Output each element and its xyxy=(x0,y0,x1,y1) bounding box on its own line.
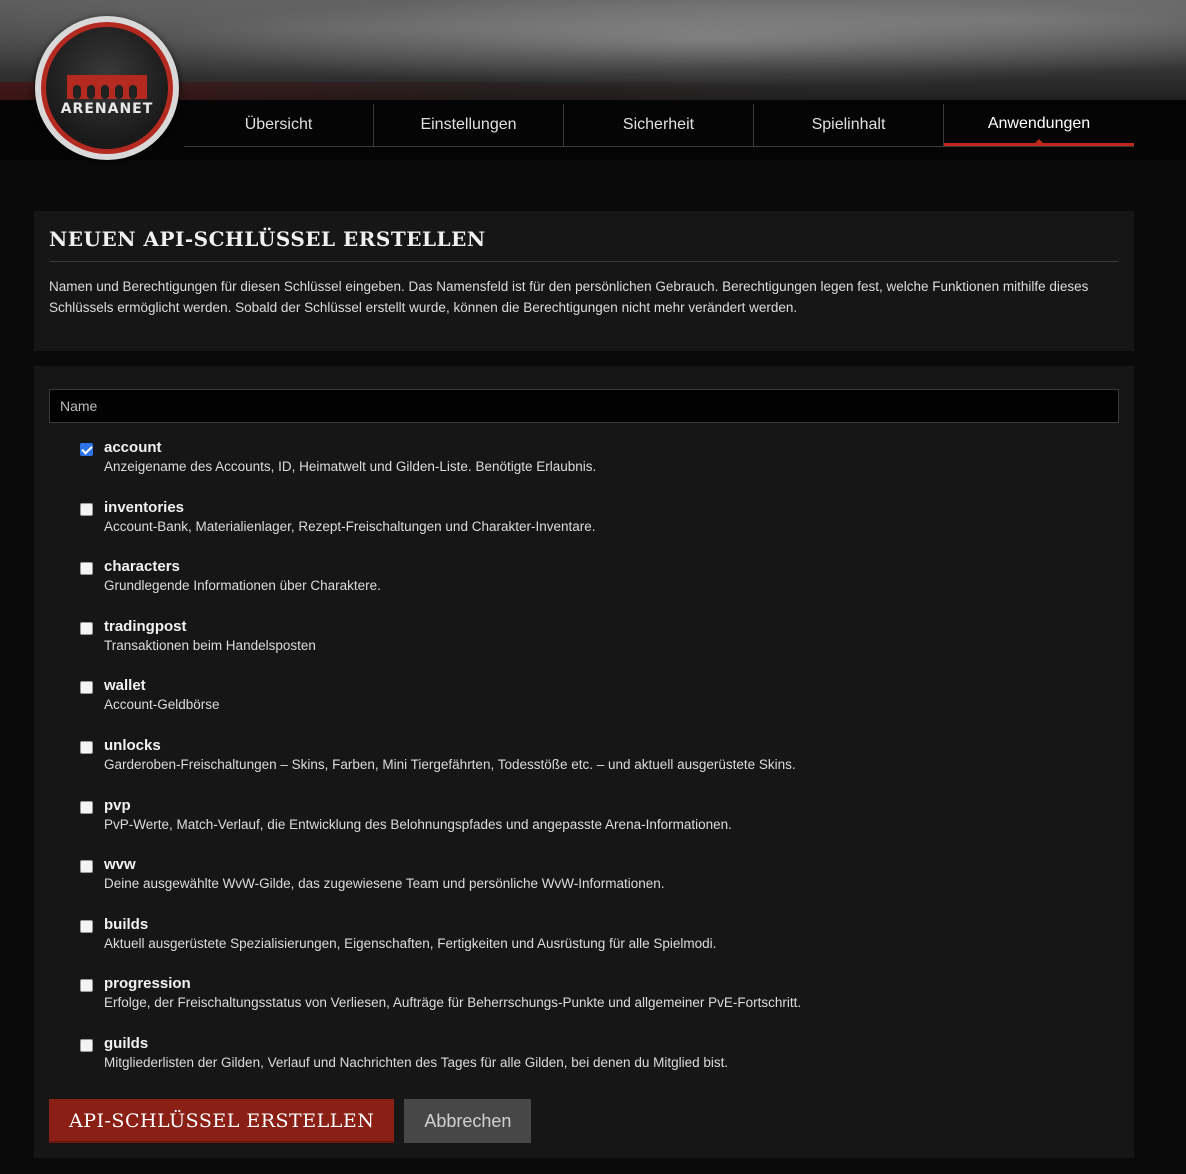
permission-characters: characters Grundlegende Informationen üb… xyxy=(49,557,1119,617)
create-key-button[interactable]: API-SCHLÜSSEL ERSTELLEN xyxy=(49,1099,395,1143)
permission-progression: progression Erfolge, der Freischaltungss… xyxy=(49,974,1119,1034)
permission-guilds: guilds Mitgliederlisten der Gilden, Verl… xyxy=(49,1034,1119,1094)
permission-builds: builds Aktuell ausgerüstete Spezialisier… xyxy=(49,915,1119,975)
unlocks-checkbox[interactable] xyxy=(80,740,93,754)
permission-name: progression xyxy=(104,975,191,993)
permission-description: Aktuell ausgerüstete Spezialisierungen, … xyxy=(104,935,717,951)
permission-wallet: wallet Account-Geldbörse xyxy=(49,676,1119,736)
permission-description: Garderoben-Freischaltungen – Skins, Farb… xyxy=(104,756,796,772)
permission-name: inventories xyxy=(104,498,185,516)
permission-name: characters xyxy=(104,558,180,576)
logo-text: ARENANET xyxy=(60,101,154,117)
form-actions: API-SCHLÜSSEL ERSTELLEN Abbrechen xyxy=(49,1099,532,1143)
builds-checkbox[interactable] xyxy=(80,919,93,933)
wvw-checkbox[interactable] xyxy=(80,860,93,874)
tab-anwendungen[interactable]: Anwendungen xyxy=(944,104,1134,146)
permission-unlocks: unlocks Garderoben-Freischaltungen – Ski… xyxy=(49,736,1119,796)
permission-description: Deine ausgewählte WvW-Gilde, das zugewie… xyxy=(104,876,665,892)
create-key-form: account Anzeigename des Accounts, ID, He… xyxy=(34,366,1134,1158)
permission-name: pvp xyxy=(104,796,131,814)
guilds-checkbox[interactable] xyxy=(80,1038,93,1052)
tab-uebersicht[interactable]: Übersicht xyxy=(184,104,374,146)
logo-core: ARENANET xyxy=(46,27,168,149)
characters-checkbox[interactable] xyxy=(80,562,93,576)
permission-name: wvw xyxy=(104,856,136,874)
arenanet-logo[interactable]: ARENANET xyxy=(35,16,179,160)
permission-inventories: inventories Account-Bank, Materialienlag… xyxy=(49,498,1119,558)
tab-einstellungen[interactable]: Einstellungen xyxy=(374,104,564,146)
logo-ring: ARENANET xyxy=(41,22,173,154)
permission-name: tradingpost xyxy=(104,617,187,635)
permission-wvw: wvw Deine ausgewählte WvW-Gilde, das zug… xyxy=(49,855,1119,915)
permission-description: PvP-Werte, Match-Verlauf, die Entwicklun… xyxy=(104,816,732,832)
name-input[interactable] xyxy=(49,389,1119,423)
permission-tradingpost: tradingpost Transaktionen beim Handelspo… xyxy=(49,617,1119,677)
permission-description: Account-Bank, Materialienlager, Rezept-F… xyxy=(104,518,596,534)
page-title: NEUEN API-SCHLÜSSEL ERSTELLEN xyxy=(49,225,1119,262)
wallet-checkbox[interactable] xyxy=(80,681,93,695)
main-nav: Übersicht Einstellungen Sicherheit Spiel… xyxy=(184,104,1134,147)
account-checkbox[interactable] xyxy=(80,443,93,456)
permission-description: Erfolge, der Freischaltungsstatus von Ve… xyxy=(104,995,802,1011)
progression-checkbox[interactable] xyxy=(80,979,93,993)
permission-list: account Anzeigename des Accounts, ID, He… xyxy=(49,438,1119,1094)
permission-description: Mitgliederlisten der Gilden, Verlauf und… xyxy=(104,1054,729,1070)
tab-spielinhalt[interactable]: Spielinhalt xyxy=(754,104,944,146)
arena-icon xyxy=(67,75,147,99)
cancel-button[interactable]: Abbrechen xyxy=(404,1099,532,1143)
tradingpost-checkbox[interactable] xyxy=(80,621,93,635)
inventories-checkbox[interactable] xyxy=(80,502,93,516)
permission-description: Anzeigename des Accounts, ID, Heimatwelt… xyxy=(104,459,597,474)
tab-sicherheit[interactable]: Sicherheit xyxy=(564,104,754,146)
permission-description: Account-Geldbörse xyxy=(104,697,220,713)
permission-name: builds xyxy=(104,915,149,933)
permission-description: Transaktionen beim Handelsposten xyxy=(104,637,316,653)
permission-pvp: pvp PvP-Werte, Match-Verlauf, die Entwic… xyxy=(49,796,1119,856)
pvp-checkbox[interactable] xyxy=(80,800,93,814)
permission-name: account xyxy=(104,439,162,456)
permission-name: unlocks xyxy=(104,736,161,754)
permission-description: Grundlegende Informationen über Charakte… xyxy=(104,578,381,594)
intro-description: Namen und Berechtigungen für diesen Schl… xyxy=(49,279,1089,315)
permission-name: wallet xyxy=(104,677,146,695)
permission-account: account Anzeigename des Accounts, ID, He… xyxy=(49,438,1119,498)
permission-name: guilds xyxy=(104,1034,149,1052)
intro-panel: NEUEN API-SCHLÜSSEL ERSTELLEN Namen und … xyxy=(34,211,1134,351)
